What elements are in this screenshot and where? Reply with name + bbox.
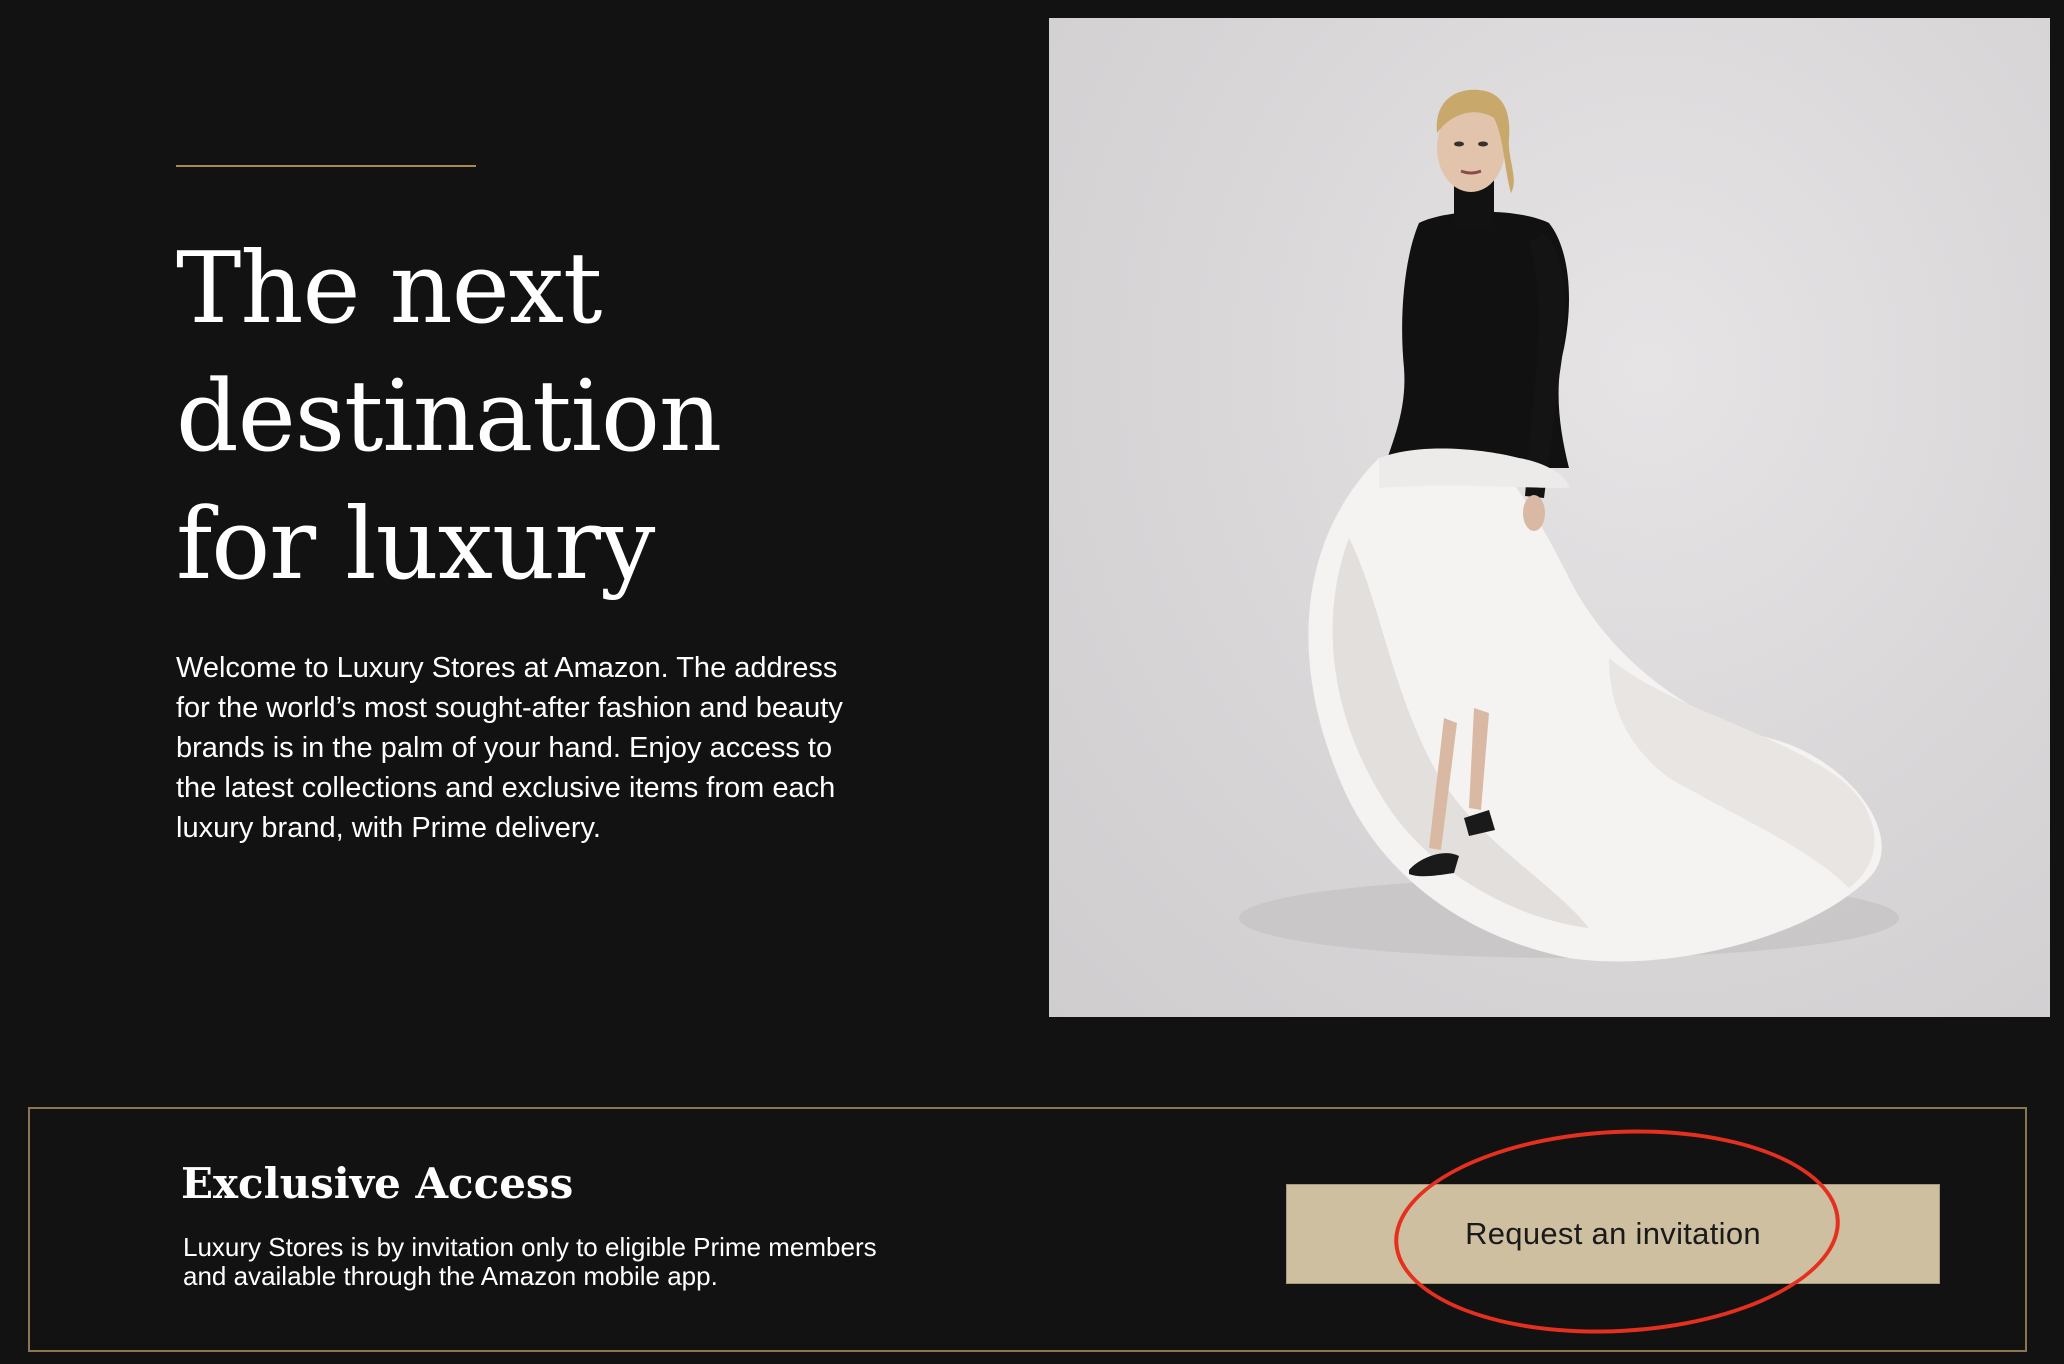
headline-line-3: for luxury [176, 488, 655, 602]
headline-line-1: The next [176, 232, 602, 346]
exclusive-access-title: Exclusive Access [181, 1159, 574, 1208]
exclusive-access-panel: Exclusive Access Luxury Stores is by inv… [28, 1107, 2027, 1352]
gold-accent-rule [176, 165, 476, 167]
request-invitation-button[interactable]: Request an invitation [1286, 1184, 1940, 1284]
headline-line-2: destination [176, 360, 722, 474]
model-illustration [1239, 89, 1899, 962]
intro-paragraph: Welcome to Luxury Stores at Amazon. The … [176, 652, 843, 844]
hero-image [1049, 18, 2050, 1017]
page-headline: The next destination for luxury [176, 225, 976, 609]
exclusive-access-description: Luxury Stores is by invitation only to e… [183, 1232, 877, 1291]
